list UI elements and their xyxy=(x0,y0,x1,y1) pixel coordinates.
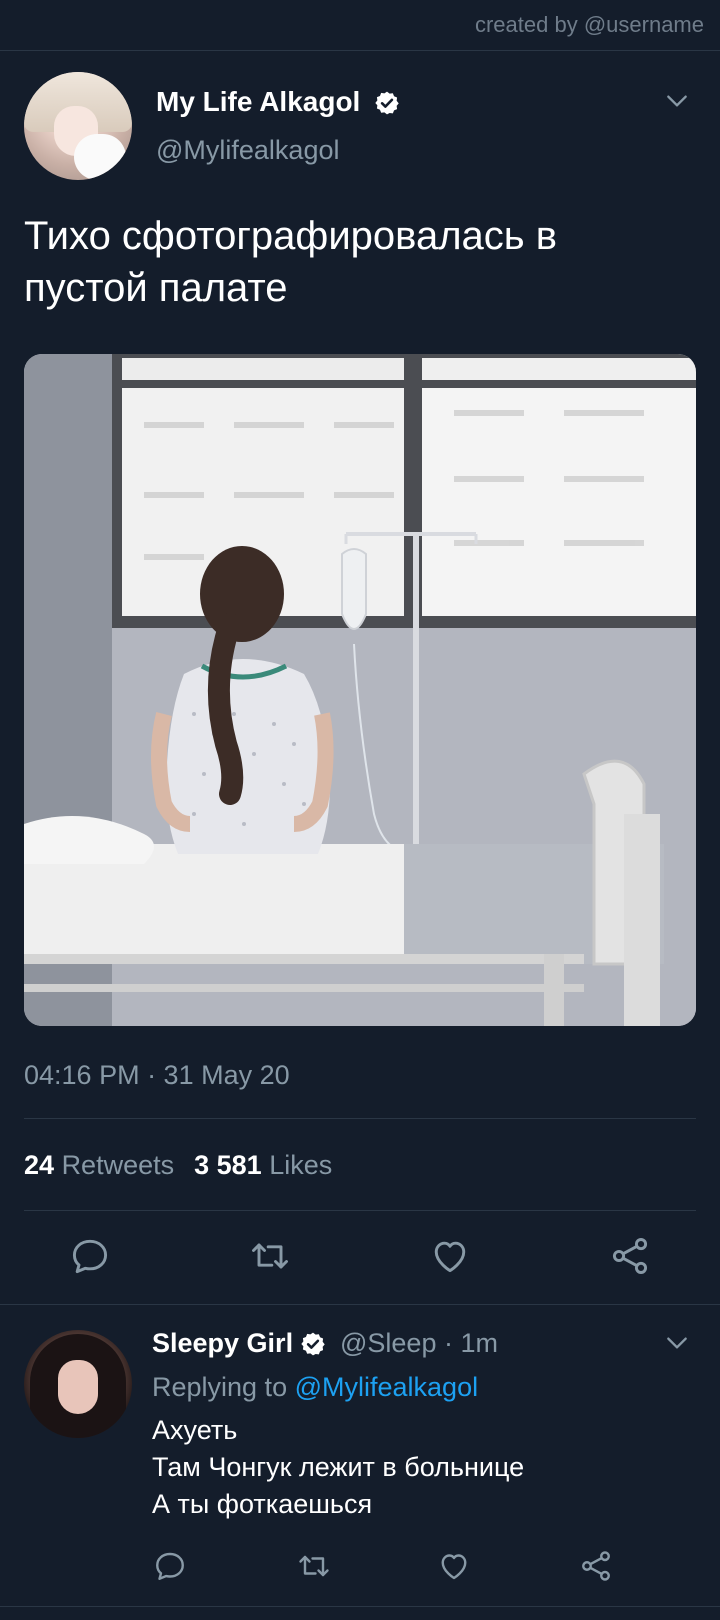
likes-stat[interactable]: 3 581 Likes xyxy=(194,1150,332,1180)
divider xyxy=(0,1606,720,1607)
reply-author-name[interactable]: Sleepy Girl xyxy=(152,1328,293,1359)
verified-badge-icon xyxy=(375,91,399,115)
reply-text-line: Там Чонгук лежит в больнице xyxy=(152,1452,525,1482)
retweets-stat[interactable]: 24 Retweets xyxy=(24,1150,174,1180)
retweet-icon[interactable] xyxy=(248,1234,292,1278)
tweet-text-line: Тихо сфотографировалась в xyxy=(24,214,557,258)
share-icon[interactable] xyxy=(578,1548,614,1584)
chevron-down-icon[interactable] xyxy=(664,88,690,114)
likes-label: Likes xyxy=(269,1150,333,1180)
chevron-down-icon[interactable] xyxy=(664,1330,690,1356)
author-avatar[interactable] xyxy=(24,72,132,180)
tweet-photo[interactable] xyxy=(24,354,696,1026)
divider xyxy=(24,1210,696,1211)
reply-icon[interactable] xyxy=(152,1548,188,1584)
reply-author-handle-time[interactable]: @Sleep · 1m xyxy=(340,1328,498,1359)
author-name[interactable]: My Life Alkagol xyxy=(156,86,360,118)
tweet-text: Тихо сфотографировалась в пустой палате xyxy=(24,210,694,314)
reply-text: Ахуеть Там Чонгук лежит в больнице А ты … xyxy=(152,1412,524,1523)
reply-text-line: А ты фоткаешься xyxy=(152,1489,373,1519)
replying-to-link[interactable]: @Mylifealkagol xyxy=(295,1372,478,1402)
reply-text-line: Ахуеть xyxy=(152,1415,238,1445)
heart-icon[interactable] xyxy=(436,1548,472,1584)
replying-to: Replying to @Mylifealkagol xyxy=(152,1372,478,1403)
retweet-icon[interactable] xyxy=(296,1548,332,1584)
top-bar: created by @username xyxy=(0,0,720,51)
created-by-label: created by @username xyxy=(474,12,704,37)
share-icon[interactable] xyxy=(608,1234,652,1278)
retweets-label: Retweets xyxy=(61,1150,175,1180)
divider xyxy=(24,1118,696,1119)
replying-to-prefix: Replying to xyxy=(152,1372,288,1402)
tweet-stats: 24 Retweets 3 581 Likes xyxy=(24,1150,332,1181)
reply-author-avatar[interactable] xyxy=(24,1330,132,1438)
divider xyxy=(0,1304,720,1305)
verified-badge-icon xyxy=(301,1332,325,1356)
reply-icon[interactable] xyxy=(68,1234,112,1278)
tweet-timestamp[interactable]: 04:16 PM · 31 May 20 xyxy=(24,1060,290,1091)
retweets-count: 24 xyxy=(24,1150,55,1180)
likes-count: 3 581 xyxy=(194,1150,262,1180)
author-handle[interactable]: @Mylifealkagol xyxy=(156,135,339,166)
heart-icon[interactable] xyxy=(428,1234,472,1278)
tweet-text-line: пустой палате xyxy=(24,266,288,310)
